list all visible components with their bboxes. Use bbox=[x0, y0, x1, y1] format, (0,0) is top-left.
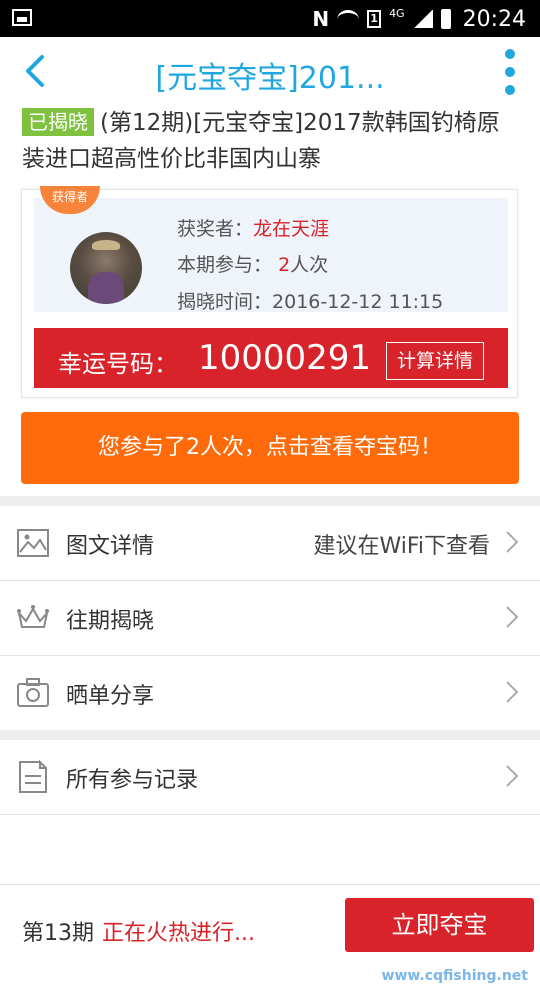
network-type-label: 4G bbox=[389, 6, 405, 20]
next-period-label: 第13期 bbox=[22, 921, 94, 946]
next-period-status: 正在火热进行... bbox=[102, 921, 255, 946]
sim-slot-icon: 1 bbox=[367, 10, 382, 28]
camera-icon bbox=[17, 678, 49, 707]
bottom-bar: 第13期 正在火热进行... 立即夺宝 www.cqfishing.net bbox=[0, 884, 540, 984]
chevron-right-icon bbox=[506, 606, 519, 628]
view-codes-button[interactable]: 您参与了2人次，点击查看夺宝码！ bbox=[21, 412, 519, 484]
status-bar: N 1 4G 20:24 bbox=[0, 0, 540, 37]
chevron-right-icon bbox=[506, 531, 519, 553]
section-divider bbox=[0, 496, 540, 506]
lucky-number-label: 幸运号码： bbox=[58, 350, 178, 378]
section-divider bbox=[0, 730, 540, 740]
wifi-icon bbox=[337, 9, 360, 29]
winner-card: 获奖者：龙在天涯 本期参与： 2人次 揭晓时间：2016-12-12 11:15… bbox=[21, 186, 518, 398]
menu-item-records[interactable]: 所有参与记录 bbox=[0, 740, 540, 815]
image-icon bbox=[17, 529, 49, 557]
lucky-number-bar: 幸运号码： 10000291 计算详情 bbox=[34, 328, 508, 388]
product-title-block: 已揭晓 (第12期)[元宝夺宝]2017款韩国钓椅原装进口超高性价比非国内山寨 bbox=[22, 105, 522, 177]
more-dot-icon bbox=[505, 49, 515, 59]
participation-count: 2 bbox=[278, 254, 291, 276]
menu-item-label: 晒单分享 bbox=[66, 684, 155, 709]
winner-info-panel: 获奖者：龙在天涯 本期参与： 2人次 揭晓时间：2016-12-12 11:15 bbox=[34, 198, 508, 314]
more-dot-icon bbox=[505, 67, 515, 77]
reveal-time: 2016-12-12 11:15 bbox=[272, 291, 444, 313]
chevron-right-icon bbox=[506, 681, 519, 703]
clock: 20:24 bbox=[462, 6, 526, 32]
reveal-time-label: 揭晓时间： bbox=[177, 291, 273, 313]
site-watermark: www.cqfishing.net bbox=[381, 968, 528, 984]
menu-item-details[interactable]: 图文详情 建议在WiFi下查看 bbox=[0, 506, 540, 581]
more-dot-icon bbox=[505, 85, 515, 95]
menu-item-label: 往期揭晓 bbox=[66, 609, 155, 634]
participation-unit: 人次 bbox=[290, 254, 329, 276]
nfc-icon: N bbox=[312, 7, 330, 31]
menu-item-label: 图文详情 bbox=[66, 534, 155, 559]
winner-name-link[interactable]: 龙在天涯 bbox=[253, 218, 329, 240]
reveal-time-row: 揭晓时间：2016-12-12 11:15 bbox=[177, 287, 443, 314]
document-icon bbox=[19, 760, 47, 793]
next-period-info[interactable]: 第13期 正在火热进行... bbox=[22, 915, 255, 947]
battery-icon bbox=[440, 9, 451, 29]
calculation-details-button[interactable]: 计算详情 bbox=[386, 342, 484, 380]
menu-item-share[interactable]: 晒单分享 bbox=[0, 656, 540, 731]
chevron-left-icon bbox=[26, 55, 44, 87]
lucky-number: 10000291 bbox=[198, 338, 372, 378]
winner-avatar[interactable] bbox=[70, 232, 142, 304]
chevron-right-icon bbox=[506, 765, 519, 787]
back-button[interactable] bbox=[18, 51, 58, 91]
menu-item-label: 所有参与记录 bbox=[66, 768, 199, 793]
crown-icon bbox=[17, 605, 49, 628]
wifi-hint: 建议在WiFi下查看 bbox=[313, 534, 490, 559]
participate-now-button[interactable]: 立即夺宝 www.cqfishing.net bbox=[345, 898, 534, 984]
gallery-notification-icon bbox=[12, 9, 32, 26]
menu-item-history[interactable]: 往期揭晓 bbox=[0, 581, 540, 656]
participation-row: 本期参与： 2人次 bbox=[177, 250, 328, 277]
signal-icon bbox=[412, 10, 433, 28]
more-options-button[interactable] bbox=[498, 49, 522, 95]
page-title: [元宝夺宝]201... bbox=[155, 61, 385, 96]
participate-now-label: 立即夺宝 bbox=[391, 911, 488, 939]
participation-label: 本期参与： bbox=[177, 254, 273, 276]
winner-row: 获奖者：龙在天涯 bbox=[177, 214, 329, 241]
winner-label: 获奖者： bbox=[177, 218, 254, 240]
revealed-badge: 已揭晓 bbox=[22, 108, 94, 136]
app-header: [元宝夺宝]201... bbox=[0, 37, 540, 107]
